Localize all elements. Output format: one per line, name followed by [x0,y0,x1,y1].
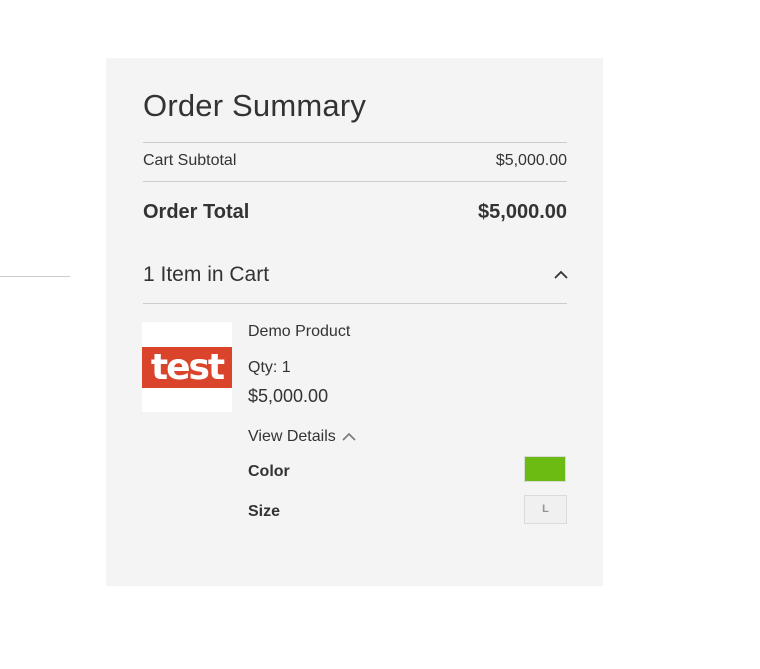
option-size-label: Size [248,503,281,520]
items-in-cart-toggle[interactable]: 1 Item in Cart [143,263,568,287]
order-summary-panel: Order Summary Cart Subtotal $5,000.00 Or… [106,58,603,586]
divider [143,303,567,304]
order-total-row: Order Total $5,000.00 [143,201,567,224]
product-name[interactable]: Demo Product [248,323,567,341]
product-thumbnail-logo: test [142,347,232,388]
color-swatch [524,456,566,482]
product-price: $5,000.00 [248,386,329,406]
view-details-toggle[interactable]: View Details [248,428,567,446]
items-in-cart-label: 1 Item in Cart [143,263,270,286]
cart-subtotal-row: Cart Subtotal $5,000.00 [143,152,567,170]
divider-line [0,276,70,277]
option-size-row: Size [248,503,567,521]
size-swatch: L [524,495,567,524]
cart-subtotal-value: $5,000.00 [495,152,567,169]
chevron-up-icon[interactable] [554,270,568,281]
view-details-label: View Details [248,428,336,445]
order-summary-title: Order Summary [143,88,367,123]
cart-subtotal-label: Cart Subtotal [143,152,237,169]
order-total-label: Order Total [143,201,250,223]
option-color-label: Color [248,463,290,480]
product-thumbnail[interactable]: test [142,322,232,412]
product-qty: Qty: 1 [248,359,291,376]
divider [143,181,567,182]
chevron-up-icon [342,428,356,446]
order-total-value: $5,000.00 [478,201,567,223]
divider [143,142,567,143]
option-color-row: Color [248,463,567,481]
